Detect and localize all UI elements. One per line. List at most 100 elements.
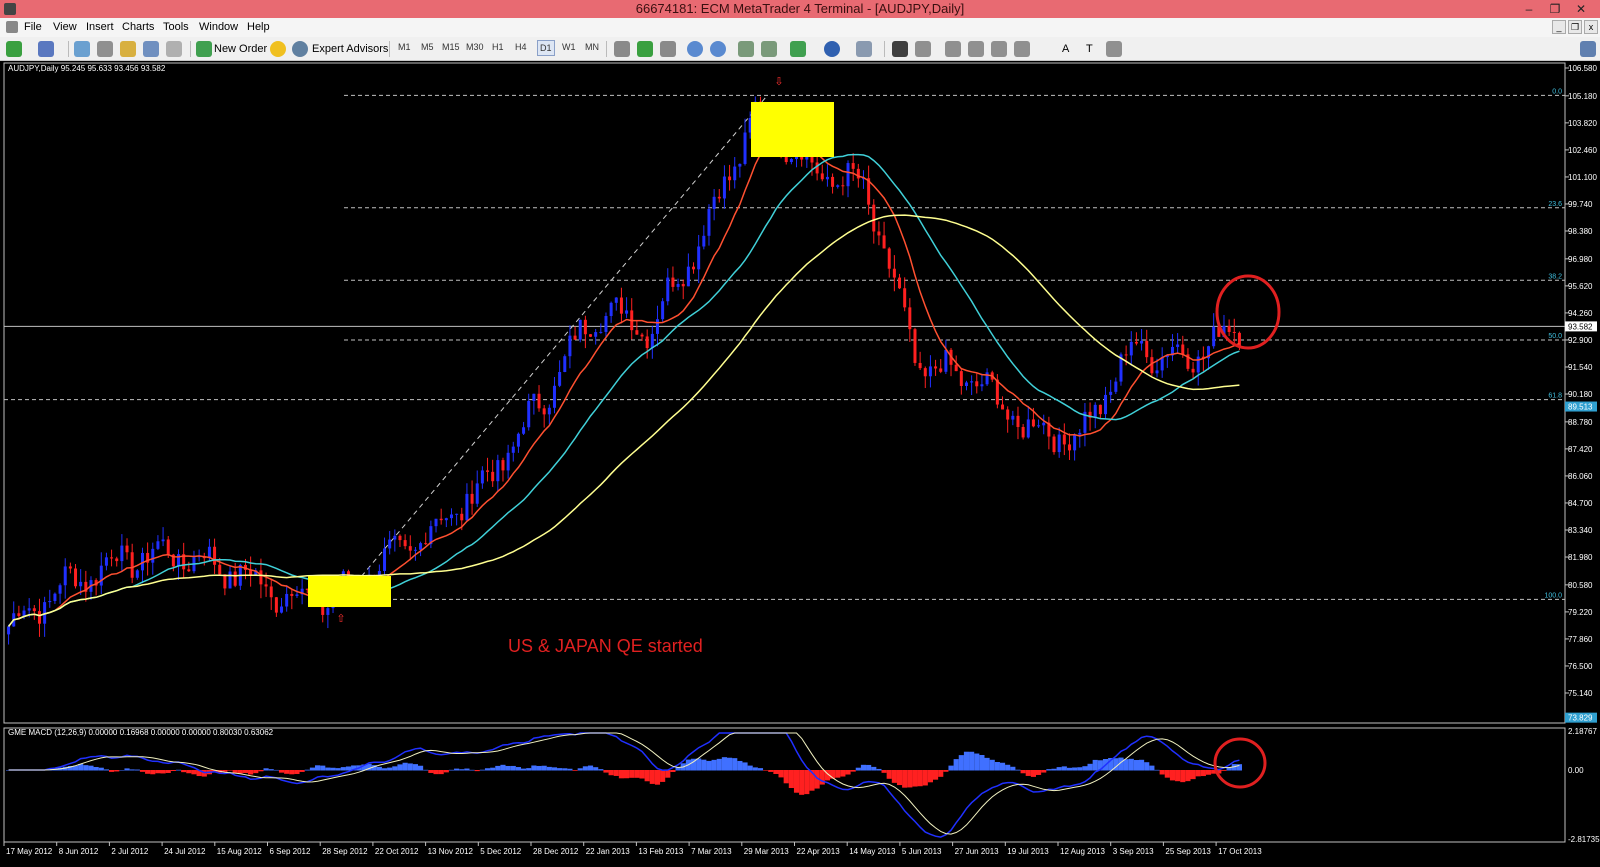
candle-body (1001, 404, 1005, 410)
candle-body (1232, 331, 1236, 333)
chart-shift-icon[interactable] (761, 41, 777, 57)
candlesticks-icon[interactable] (637, 41, 653, 57)
candle-body (573, 335, 577, 340)
navigator-icon[interactable] (120, 41, 136, 57)
candle-body (506, 452, 510, 471)
zoom-out-icon[interactable] (710, 41, 726, 57)
templates-icon[interactable] (856, 41, 872, 57)
macd-histogram-bar (886, 770, 892, 779)
candle-body (625, 310, 629, 314)
close-button[interactable]: ✕ (1568, 0, 1594, 18)
expert-advisors-button[interactable]: Expert Advisors (312, 40, 388, 58)
strategy-tester-icon[interactable] (166, 41, 182, 57)
macd-histogram-bar (175, 769, 182, 771)
title-bar: 66674181: ECM MetaTrader 4 Terminal - [A… (0, 0, 1600, 18)
market-watch-icon[interactable] (74, 41, 90, 57)
candle-body (619, 297, 623, 314)
bar-chart-icon[interactable] (614, 41, 630, 57)
timeframe-m1[interactable]: M1 (398, 42, 411, 52)
menu-view[interactable]: View (53, 21, 77, 33)
candle-body (589, 334, 593, 337)
timeframe-w1[interactable]: W1 (562, 42, 576, 52)
candle-body (882, 235, 886, 249)
macd-histogram-bar (953, 759, 959, 771)
mdi-restore-button[interactable]: ❐ (1568, 20, 1582, 34)
new-chart-icon[interactable] (6, 41, 22, 57)
menu-charts[interactable]: Charts (122, 21, 154, 33)
macd-histogram-bar (979, 754, 985, 771)
menu-file[interactable]: File (24, 21, 42, 33)
chart-window[interactable]: 0.0 23.6 38.2 50.0 61.8 100.0 106.580 105.180 1… (0, 61, 1600, 867)
candle-body (1006, 409, 1010, 420)
timeframe-d1[interactable]: D1 (537, 40, 555, 56)
timeframe-m15[interactable]: M15 (442, 42, 460, 52)
candle-body (434, 518, 438, 527)
chart-canvas[interactable]: 0.0 23.6 38.2 50.0 61.8 100.0 106.580 105.180 1… (0, 61, 1600, 867)
macd-histogram-bar (896, 770, 903, 786)
chart-window-icon[interactable] (6, 21, 18, 33)
price-label: 86.060 (1568, 472, 1593, 481)
menu-help[interactable]: Help (247, 21, 270, 33)
timeframe-m30[interactable]: M30 (466, 42, 484, 52)
arrows-icon[interactable] (1106, 41, 1122, 57)
horizontal-line-icon[interactable] (968, 41, 984, 57)
zoom-in-icon[interactable] (687, 41, 703, 57)
macd-histogram-bar (340, 767, 346, 771)
menu-window[interactable]: Window (199, 21, 238, 33)
timeframe-h4[interactable]: H4 (515, 42, 527, 52)
macd-histogram-bar (1066, 767, 1073, 771)
indicators-icon[interactable] (790, 41, 806, 57)
trendline-icon[interactable] (991, 41, 1007, 57)
candle-body (692, 266, 696, 270)
terminal-icon[interactable] (143, 41, 159, 57)
fibonacci-icon[interactable] (1014, 41, 1030, 57)
metaeditor-icon[interactable] (270, 41, 286, 57)
candle-body (475, 483, 479, 504)
restore-button[interactable]: ❐ (1542, 0, 1568, 18)
macd-histogram-bar (654, 770, 661, 785)
macd-histogram-bar (335, 768, 341, 771)
crosshair-icon[interactable] (915, 41, 931, 57)
toolbar-options-icon[interactable] (1580, 41, 1596, 57)
timeframe-h1[interactable]: H1 (492, 42, 504, 52)
auto-scroll-icon[interactable] (738, 41, 754, 57)
text-tool-button[interactable]: A (1062, 40, 1069, 58)
text-label-button[interactable]: T (1086, 40, 1093, 58)
new-order-button[interactable]: New Order (214, 40, 267, 58)
timeframe-mn[interactable]: MN (585, 42, 599, 52)
date-label: 12 Aug 2013 (1060, 847, 1105, 856)
candle-body (970, 381, 974, 383)
date-label: 13 Nov 2012 (428, 847, 474, 856)
data-window-icon[interactable] (97, 41, 113, 57)
price-label: 95.620 (1568, 282, 1593, 291)
price-label: 91.540 (1568, 363, 1593, 372)
mdi-close-button[interactable]: x (1584, 20, 1598, 34)
candle-body (269, 586, 273, 598)
macd-histogram-bar (397, 764, 403, 771)
periods-icon[interactable] (824, 41, 840, 57)
candle-body (115, 558, 119, 562)
date-label: 22 Oct 2012 (375, 847, 419, 856)
new-order-icon[interactable] (196, 41, 212, 57)
menu-insert[interactable]: Insert (86, 21, 114, 33)
timeframe-m5[interactable]: M5 (421, 42, 434, 52)
mdi-minimize-button[interactable]: _ (1552, 20, 1566, 34)
macd-histogram-bar (134, 769, 140, 771)
vertical-line-icon[interactable] (945, 41, 961, 57)
candle-body (1181, 344, 1185, 355)
candle-body (1109, 391, 1113, 395)
macd-histogram-bar (170, 770, 176, 771)
candle-body (728, 176, 732, 181)
low-arrow-marker: ⇧ (336, 613, 345, 625)
price-label: 77.860 (1568, 635, 1593, 644)
menu-tools[interactable]: Tools (163, 21, 189, 33)
price-label: 79.220 (1568, 608, 1593, 617)
candle-body (831, 176, 835, 187)
candle-body (954, 364, 958, 372)
line-chart-icon[interactable] (660, 41, 676, 57)
candle-body (1042, 422, 1046, 426)
cursor-icon[interactable] (892, 41, 908, 57)
minimize-button[interactable]: – (1516, 0, 1542, 18)
expert-advisors-icon[interactable] (292, 41, 308, 57)
profiles-icon[interactable] (38, 41, 54, 57)
